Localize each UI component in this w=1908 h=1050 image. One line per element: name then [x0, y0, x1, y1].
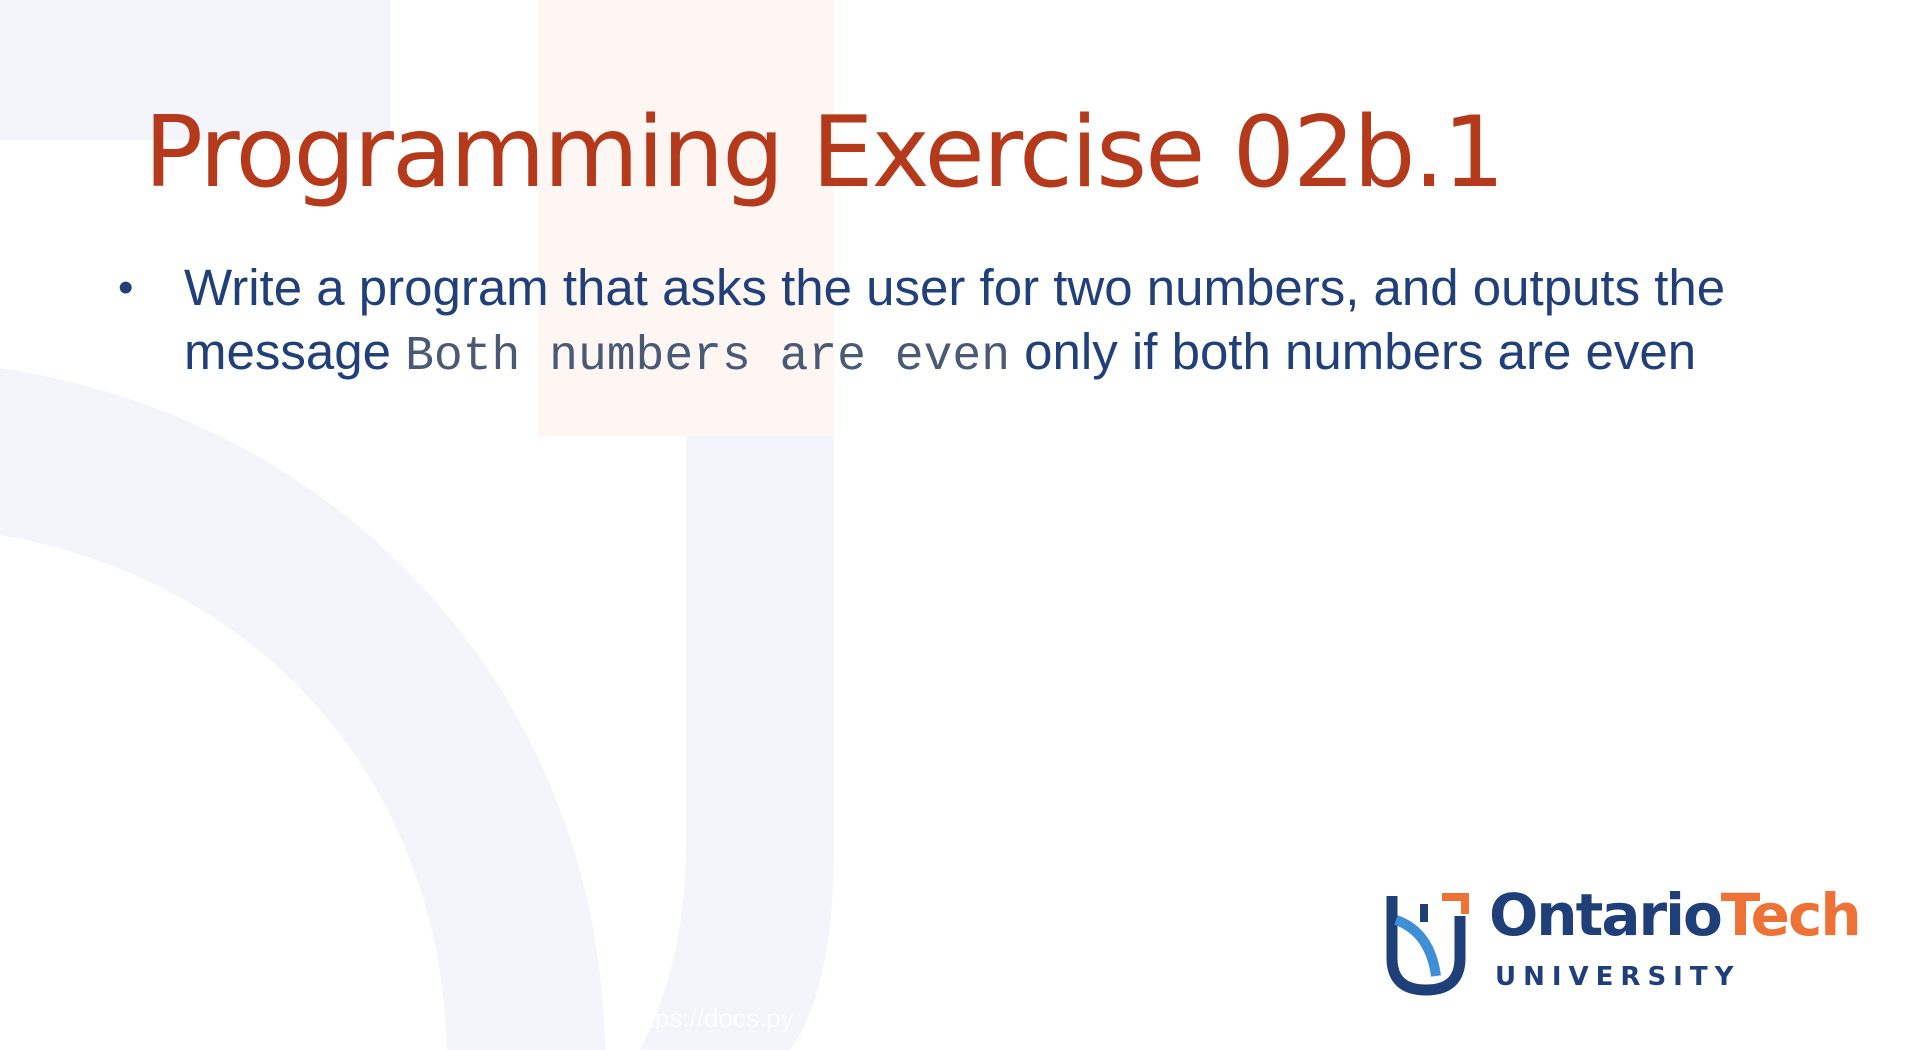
bg-arc — [0, 368, 605, 1050]
logo-word-tech: Tech — [1720, 881, 1862, 949]
ontario-tech-logo: OntarioTech UNIVERSITY — [1386, 886, 1862, 998]
slide-title: Programming Exercise 02b.1 — [144, 96, 1505, 210]
slide: Programming Exercise 02b.1 • Write a pro… — [0, 0, 1908, 1050]
bg-u-shape — [640, 436, 834, 1050]
bullet-text-after: only if both numbers are even — [1010, 323, 1697, 380]
footer-url: https://docs.py — [626, 1003, 794, 1033]
logo-wordmark: OntarioTech — [1489, 886, 1862, 944]
bullet-item: • Write a program that asks the user for… — [118, 256, 1818, 389]
bullet-code: Both numbers are even — [405, 330, 1011, 384]
logo-word-university: UNIVERSITY — [1495, 962, 1741, 992]
logo-word-ontario: Ontario — [1489, 881, 1723, 949]
ontario-tech-shield-icon — [1386, 893, 1469, 996]
bullet-list: • Write a program that asks the user for… — [118, 256, 1818, 389]
bullet-dot-icon: • — [118, 263, 134, 312]
